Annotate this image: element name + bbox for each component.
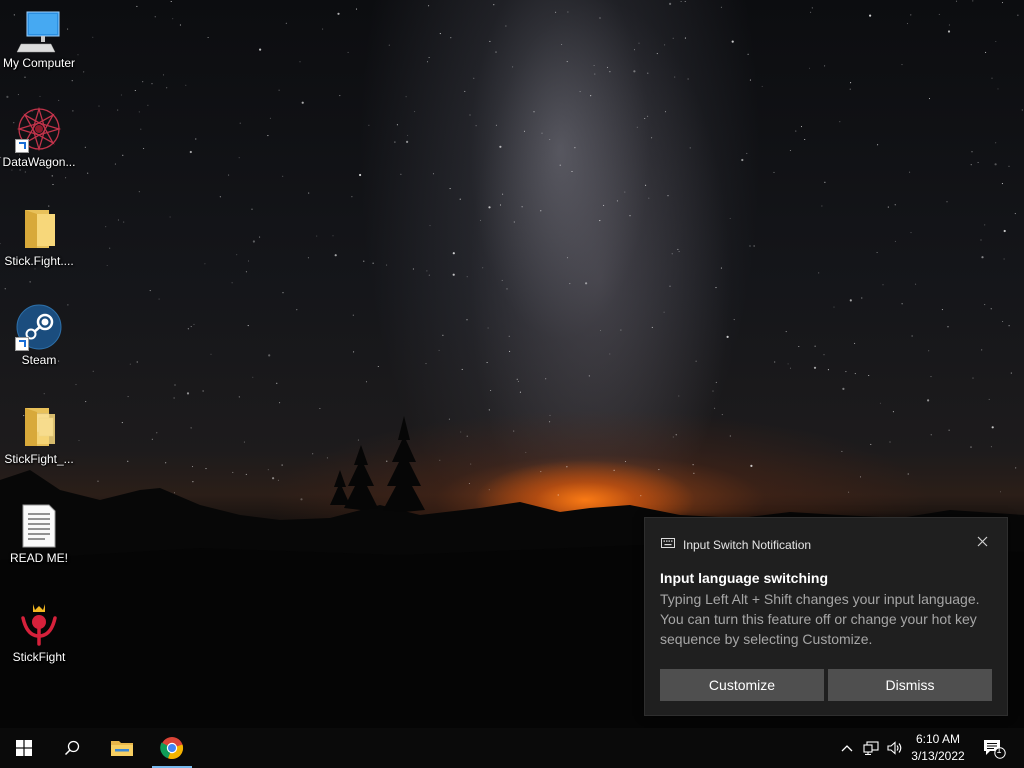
desktop-icon-stickfight-folder[interactable]: StickFight_... — [2, 396, 76, 467]
desktop-icon-read-me[interactable]: READ ME! — [2, 495, 76, 566]
search-icon[interactable] — [48, 728, 96, 768]
taskbar: 6:10 AM 3/13/2022 1 — [0, 728, 1024, 768]
folder-icon — [15, 402, 63, 450]
file-explorer-icon[interactable] — [98, 728, 146, 768]
desktop-icon-label: My Computer — [2, 56, 76, 70]
notification-title: Input language switching — [660, 570, 828, 586]
chevron-up-icon[interactable] — [838, 728, 856, 768]
desktop-icon-label: Steam — [21, 353, 57, 367]
stickfight-icon — [15, 600, 63, 648]
computer-icon — [15, 6, 63, 54]
notification-header: Input Switch Notification — [661, 537, 811, 552]
network-icon[interactable] — [860, 728, 882, 768]
folder-icon — [15, 204, 63, 252]
desktop-background: My Computer DataWagon... Stick.Fight....… — [0, 0, 1024, 728]
action-center-icon[interactable]: 1 — [978, 728, 1010, 768]
clock-date: 3/13/2022 — [911, 749, 965, 763]
chrome-icon[interactable] — [148, 728, 196, 768]
notification-body: Typing Left Alt + Shift changes your inp… — [660, 591, 980, 647]
shortcut-arrow-icon — [15, 337, 29, 351]
desktop-icon-label: StickFight_... — [4, 452, 74, 466]
volume-icon[interactable] — [884, 728, 906, 768]
close-icon[interactable] — [975, 536, 989, 550]
notification-app-name: Input Switch Notification — [683, 537, 812, 552]
desktop-icon-stick-fight-folder[interactable]: Stick.Fight.... — [2, 198, 76, 269]
desktop-icon-stickfight[interactable]: StickFight — [2, 594, 76, 665]
dismiss-button[interactable]: Dismiss — [828, 669, 992, 701]
notification-count-badge: 1 — [996, 745, 1002, 755]
desktop-icon-steam[interactable]: Steam — [2, 297, 76, 368]
text-document-icon — [15, 501, 63, 549]
desktop-icon-label: READ ME! — [9, 551, 68, 565]
system-clock[interactable]: 6:10 AM 3/13/2022 — [906, 731, 970, 765]
windows-start-icon[interactable] — [0, 728, 48, 768]
desktop-icon-datawagon[interactable]: DataWagon... — [2, 99, 76, 170]
desktop-icon-label: Stick.Fight.... — [4, 254, 74, 268]
customize-button[interactable]: Customize — [660, 669, 824, 701]
input-switch-notification[interactable]: Input Switch Notification Input language… — [644, 517, 1008, 716]
desktop-icon-my-computer[interactable]: My Computer — [2, 0, 76, 71]
desktop-icon-label: StickFight — [12, 650, 66, 664]
datawagon-icon — [15, 105, 63, 153]
steam-icon — [15, 303, 63, 351]
clock-time: 6:10 AM — [915, 732, 961, 746]
shortcut-arrow-icon — [15, 139, 29, 153]
desktop-icon-label: DataWagon... — [2, 155, 76, 169]
keyboard-icon — [661, 537, 675, 552]
